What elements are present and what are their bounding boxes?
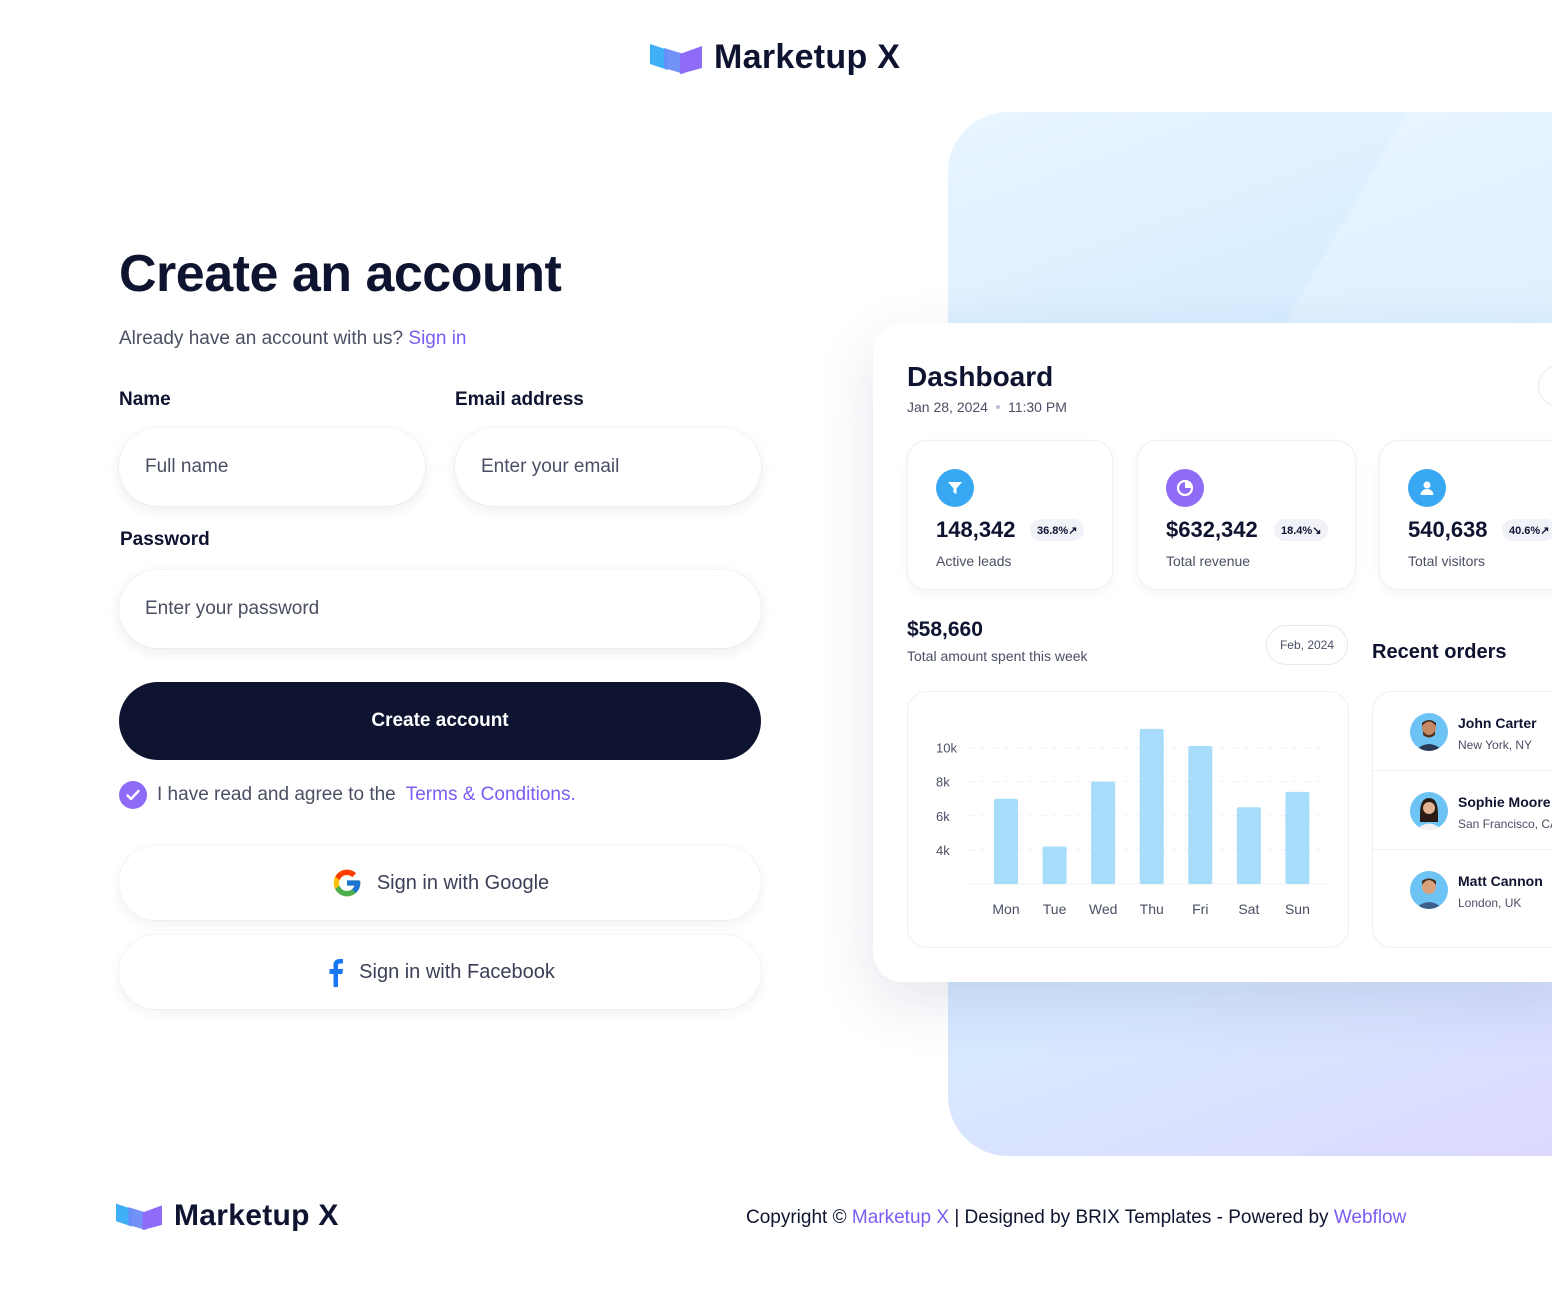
stat-value: $632,342 bbox=[1166, 517, 1258, 542]
facebook-signin-label: Sign in with Facebook bbox=[359, 960, 555, 983]
x-tick-label: Sat bbox=[1238, 901, 1259, 917]
x-tick-label: Tue bbox=[1043, 901, 1067, 917]
order-row[interactable]: John Carter New York, NY bbox=[1373, 692, 1552, 771]
dashboard-title: Dashboard bbox=[907, 361, 1054, 392]
stat-card-active-leads: 148,342 36.8%↗ Active leads bbox=[907, 440, 1113, 590]
footer-brand-name: Marketup X bbox=[174, 1199, 339, 1232]
weekly-spend-value: $58,660 bbox=[907, 618, 983, 641]
user-icon bbox=[1408, 469, 1446, 507]
name-input[interactable] bbox=[119, 428, 425, 506]
signin-prompt: Already have an account with us? Sign in bbox=[119, 328, 467, 350]
brand-name: Marketup X bbox=[714, 38, 901, 76]
name-label: Name bbox=[119, 389, 171, 410]
dashboard-action-button[interactable] bbox=[1538, 365, 1552, 407]
signin-prompt-text: Already have an account with us? bbox=[119, 328, 404, 349]
recent-orders-list: John Carter New York, NY Sophie Moore Sa… bbox=[1372, 691, 1552, 948]
avatar bbox=[1410, 871, 1448, 909]
stat-change-badge: 40.6%↗ bbox=[1502, 519, 1552, 541]
bar-sat[interactable] bbox=[1236, 807, 1261, 884]
facebook-signin-button[interactable]: Sign in with Facebook bbox=[119, 935, 761, 1009]
y-tick-label: 4k bbox=[936, 843, 950, 858]
order-customer-location: London, UK bbox=[1458, 896, 1522, 910]
stat-label: Total visitors bbox=[1408, 553, 1486, 569]
order-row[interactable]: Sophie Moore San Francisco, CA bbox=[1373, 771, 1552, 850]
dashboard-preview: Dashboard Jan 28, 2024 11:30 PM 148,342 … bbox=[873, 323, 1552, 982]
terms-agreement: I have read and agree to the Terms & Con… bbox=[119, 781, 576, 809]
stat-card-total-revenue: $632,342 18.4%↘ Total revenue bbox=[1137, 440, 1356, 590]
order-customer-location: San Francisco, CA bbox=[1458, 817, 1552, 831]
pie-chart-icon bbox=[1166, 469, 1204, 507]
order-row[interactable]: Matt Cannon London, UK bbox=[1373, 850, 1552, 929]
x-tick-label: Wed bbox=[1089, 901, 1118, 917]
x-tick-label: Fri bbox=[1192, 901, 1208, 917]
y-tick-label: 6k bbox=[936, 809, 950, 824]
signin-link[interactable]: Sign in bbox=[408, 328, 466, 349]
stat-label: Total revenue bbox=[1166, 553, 1251, 569]
brand-logo-icon bbox=[650, 43, 702, 74]
google-icon bbox=[333, 869, 361, 897]
avatar bbox=[1410, 792, 1448, 830]
month-selector[interactable]: Feb, 2024 bbox=[1266, 625, 1348, 665]
terms-checkbox[interactable] bbox=[119, 781, 147, 809]
create-account-button[interactable]: Create account bbox=[119, 682, 761, 760]
y-tick-label: 8k bbox=[936, 775, 950, 790]
order-customer-name: John Carter bbox=[1458, 715, 1537, 731]
recent-orders-title: Recent orders bbox=[1372, 641, 1507, 663]
funnel-icon bbox=[936, 469, 974, 507]
stat-value: 540,638 bbox=[1408, 517, 1488, 542]
dashboard-time: 11:30 PM bbox=[1007, 399, 1067, 415]
stat-label: Active leads bbox=[936, 553, 1012, 569]
order-customer-location: New York, NY bbox=[1458, 738, 1533, 752]
stat-card-total-visitors: 540,638 40.6%↗ Total visitors bbox=[1379, 440, 1552, 590]
email-input[interactable] bbox=[455, 428, 761, 506]
x-tick-label: Sun bbox=[1285, 901, 1310, 917]
copyright-prefix: Copyright © bbox=[746, 1207, 847, 1228]
password-label: Password bbox=[120, 529, 210, 550]
password-input[interactable] bbox=[119, 570, 761, 648]
bar-sun[interactable] bbox=[1285, 791, 1310, 884]
bar-thu[interactable] bbox=[1139, 728, 1164, 884]
stat-value: 148,342 bbox=[936, 517, 1016, 542]
stat-change-badge: 36.8%↗ bbox=[1030, 519, 1085, 541]
google-signin-button[interactable]: Sign in with Google bbox=[119, 846, 761, 920]
bar-tue[interactable] bbox=[1042, 846, 1067, 884]
order-customer-name: Sophie Moore bbox=[1458, 794, 1551, 810]
page-title: Create an account bbox=[119, 245, 562, 303]
header-logo[interactable]: Marketup X bbox=[650, 38, 900, 77]
check-icon bbox=[126, 789, 140, 801]
email-label: Email address bbox=[455, 389, 584, 410]
terms-link[interactable]: Terms & Conditions. bbox=[406, 784, 576, 806]
footer-brand-link[interactable]: Marketup X bbox=[852, 1207, 949, 1228]
copyright-middle: | Designed by BRIX Templates - Powered b… bbox=[954, 1207, 1329, 1228]
order-customer-name: Matt Cannon bbox=[1458, 873, 1543, 889]
footer-logo[interactable]: Marketup X bbox=[116, 1199, 339, 1233]
brand-logo-icon bbox=[116, 1203, 162, 1231]
bar-mon[interactable] bbox=[994, 798, 1018, 884]
dashboard-date: Jan 28, 2024 bbox=[907, 399, 988, 415]
google-signin-label: Sign in with Google bbox=[376, 871, 550, 894]
weekly-spend-chart: 10k 8k 6k 4k Mon Tue Wed Thu Fri Sat Sun bbox=[907, 691, 1349, 948]
bar-chart: 10k 8k 6k 4k Mon Tue Wed Thu Fri Sat Sun bbox=[936, 728, 1328, 917]
bar-wed[interactable] bbox=[1091, 781, 1116, 884]
webflow-link[interactable]: Webflow bbox=[1334, 1207, 1407, 1228]
stat-change-badge: 18.4%↘ bbox=[1274, 519, 1329, 541]
bar-fri[interactable] bbox=[1188, 745, 1213, 884]
terms-text: I have read and agree to the bbox=[157, 784, 396, 805]
weekly-spend-label: Total amount spent this week bbox=[907, 648, 1088, 664]
copyright-text: Copyright © Marketup X | Designed by BRI… bbox=[746, 1207, 1406, 1229]
dashboard-datetime: Jan 28, 2024 11:30 PM bbox=[907, 399, 1067, 415]
x-tick-label: Thu bbox=[1140, 901, 1164, 917]
avatar bbox=[1410, 713, 1448, 751]
y-tick-label: 10k bbox=[936, 741, 957, 756]
x-tick-label: Mon bbox=[992, 901, 1019, 917]
separator-dot bbox=[995, 405, 1000, 409]
facebook-icon bbox=[329, 959, 344, 987]
